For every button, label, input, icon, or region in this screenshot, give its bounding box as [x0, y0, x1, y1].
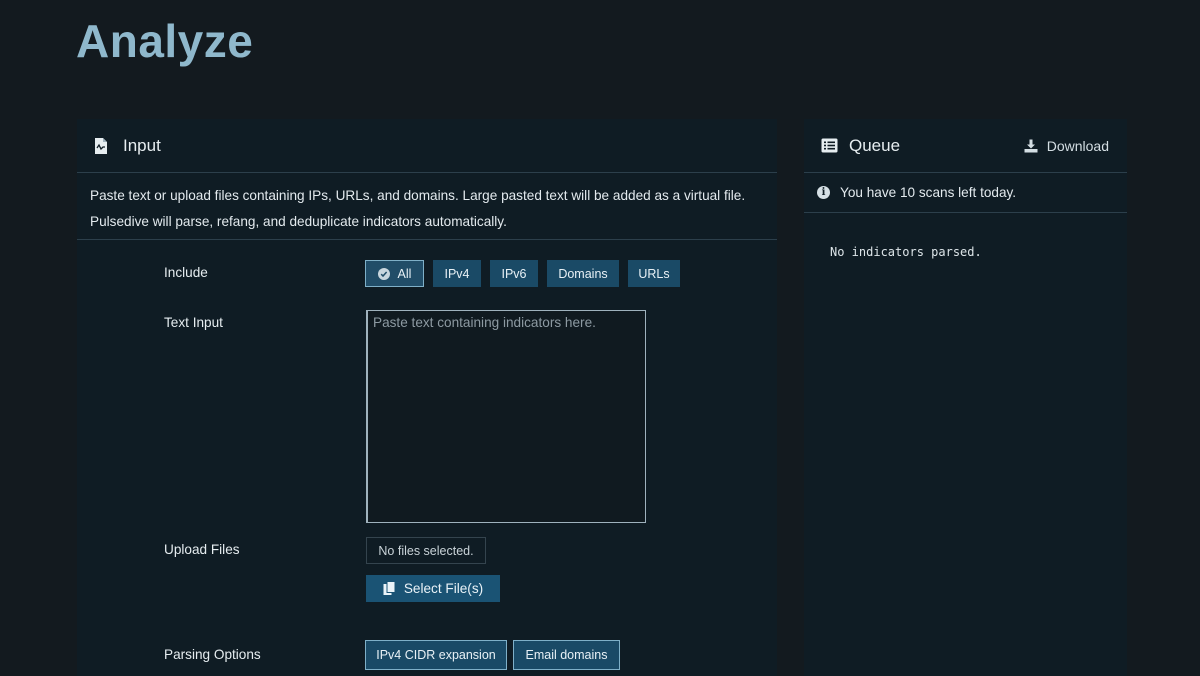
include-domains-label: Domains [558, 266, 608, 281]
select-files-label: Select File(s) [403, 581, 484, 596]
download-icon [1024, 139, 1038, 153]
input-panel-header: Input [77, 119, 777, 173]
check-circle-icon [377, 267, 390, 280]
download-button[interactable]: Download [1024, 138, 1109, 154]
upload-files-label: Upload Files [164, 542, 240, 557]
ipv4-cidr-expansion-label: IPv4 CIDR expansion [376, 648, 496, 662]
include-ipv4-label: IPv4 [444, 266, 470, 281]
queue-header: Queue Download [804, 119, 1127, 173]
ipv4-cidr-expansion-button[interactable]: IPv4 CIDR expansion [365, 640, 507, 670]
queue-panel: Queue Download i You have 10 scans left … [804, 119, 1127, 676]
text-input-placeholder: Paste text containing indicators here. [373, 315, 596, 330]
include-ipv6-label: IPv6 [501, 266, 527, 281]
email-domains-button[interactable]: Email domains [513, 640, 620, 670]
include-ipv6-button[interactable]: IPv6 [490, 260, 538, 287]
include-domains-button[interactable]: Domains [547, 260, 619, 287]
text-input-area[interactable]: Paste text containing indicators here. [366, 310, 646, 523]
input-panel: Input Paste text or upload files contain… [77, 119, 777, 676]
info-icon: i [817, 186, 830, 199]
include-all-label: All [397, 266, 412, 281]
include-label: Include [164, 265, 208, 280]
file-text-icon [93, 137, 111, 155]
scans-left-notice: i You have 10 scans left today. [804, 173, 1127, 213]
queue-title: Queue [849, 135, 901, 155]
input-description: Paste text or upload files containing IP… [77, 173, 777, 240]
include-all-button[interactable]: All [365, 260, 424, 287]
copy-files-icon [383, 581, 396, 596]
email-domains-label: Email domains [525, 648, 608, 662]
analyze-page: Analyze Input Paste text or upload files… [0, 0, 1200, 676]
download-label: Download [1046, 137, 1109, 154]
include-urls-label: URLs [638, 266, 670, 281]
queue-empty-message: No indicators parsed. [830, 245, 982, 259]
parsing-options-label: Parsing Options [164, 647, 261, 662]
list-icon [821, 138, 838, 153]
page-title: Analyze [76, 15, 254, 67]
text-input-label: Text Input [164, 315, 223, 330]
include-ipv4-button[interactable]: IPv4 [433, 260, 481, 287]
file-status: No files selected. [366, 537, 486, 564]
input-panel-title: Input [123, 135, 161, 155]
select-files-button[interactable]: Select File(s) [366, 575, 500, 602]
scans-left-text: You have 10 scans left today. [840, 185, 1017, 200]
include-urls-button[interactable]: URLs [628, 260, 680, 287]
